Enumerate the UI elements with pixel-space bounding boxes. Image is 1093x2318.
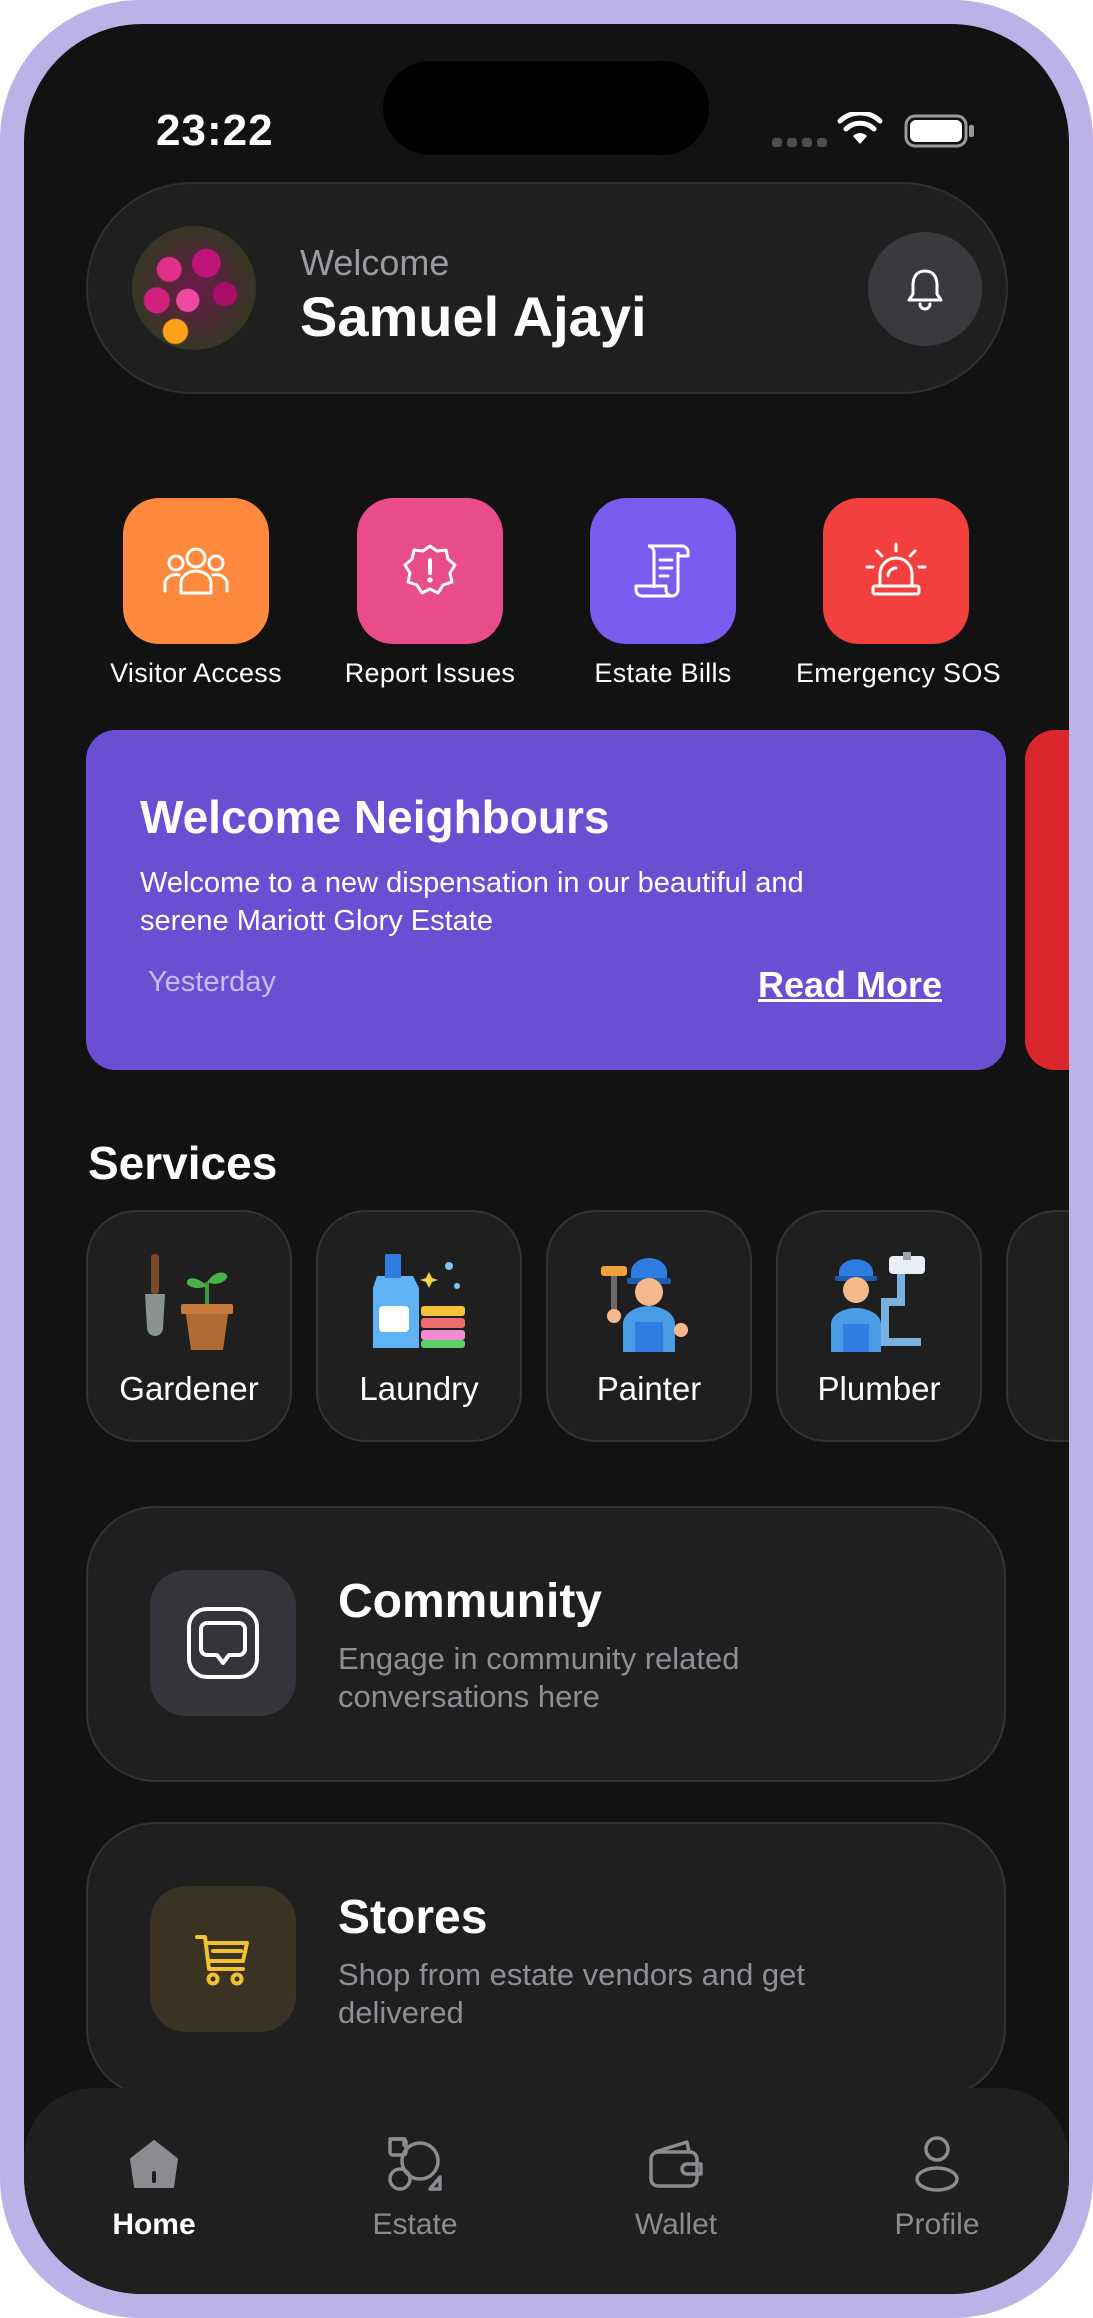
service-label: Painter [596, 1370, 702, 1407]
nav-estate[interactable]: Estate [315, 2132, 515, 2242]
nav-profile-label: Profile [894, 2208, 980, 2241]
welcome-header-card: Welcome Samuel Ajayi [86, 182, 1008, 394]
home-icon [130, 2140, 178, 2188]
shopping-cart-icon [195, 1935, 249, 1986]
estate-shapes-icon [388, 2137, 442, 2191]
announcement-card[interactable]: Welcome Neighbours Welcome to a new disp… [86, 730, 1006, 1070]
community-subtitle: Engage in community related conversation… [338, 1641, 740, 1714]
laundry-icon [373, 1254, 465, 1348]
bell-icon [907, 269, 943, 311]
service-plumber[interactable]: Plumber [776, 1210, 982, 1442]
painter-icon [601, 1258, 688, 1352]
plumber-icon [831, 1252, 925, 1352]
nav-estate-label: Estate [372, 2208, 458, 2241]
quick-action-emergency-sos[interactable]: Emergency SOS [796, 498, 1001, 689]
announcement-body: Welcome to a new dispensation in our bea… [140, 867, 804, 937]
notifications-button[interactable] [868, 232, 982, 346]
community-icon-tile [150, 1570, 296, 1716]
quick-action-report-issues[interactable]: Report Issues [330, 498, 530, 689]
estate-bills-tile[interactable] [590, 498, 736, 644]
stores-card[interactable]: Stores Shop from estate vendors and get … [86, 1822, 1006, 2098]
read-more-link[interactable]: Read More [758, 964, 942, 1006]
wallet-icon [649, 2140, 703, 2188]
service-laundry[interactable]: Laundry [316, 1210, 522, 1442]
stores-icon-tile [150, 1886, 296, 2032]
stores-subtitle: Shop from estate vendors and get deliver… [338, 1957, 806, 2030]
nav-home-label: Home [112, 2208, 196, 2241]
device-frame: 23:22 Welcome Samuel Ajayi Visitor Acces… [0, 0, 1093, 2318]
services-title: Services [88, 1137, 278, 1189]
stores-title: Stores [338, 1891, 488, 1944]
service-painter[interactable]: Painter [546, 1210, 752, 1442]
report-issues-tile[interactable] [357, 498, 503, 644]
nav-profile[interactable]: Profile [837, 2132, 1037, 2242]
users-group-icon [163, 547, 229, 595]
service-label: Laundry [359, 1370, 479, 1407]
service-gardener[interactable]: Gardener [86, 1210, 292, 1442]
community-title: Community [338, 1575, 602, 1628]
alert-badge-icon [403, 544, 457, 595]
profile-icon [915, 2136, 959, 2192]
wifi-icon [837, 112, 883, 144]
welcome-label: Welcome [300, 242, 450, 283]
estate-bills-label: Estate Bills [594, 658, 732, 688]
chat-bubble-icon [187, 1607, 259, 1679]
quick-action-estate-bills[interactable]: Estate Bills [563, 498, 763, 689]
nav-wallet[interactable]: Wallet [576, 2132, 776, 2242]
siren-icon [865, 542, 927, 596]
receipt-scroll-icon [634, 544, 690, 598]
signal-icon [772, 138, 827, 147]
user-name: Samuel Ajayi [300, 285, 647, 348]
service-partial[interactable]: D [1006, 1210, 1069, 1442]
next-announcement-card[interactable] [1025, 730, 1069, 1070]
community-card[interactable]: Community Engage in community related co… [86, 1506, 1006, 1782]
service-label: D [1068, 1370, 1069, 1408]
emergency-sos-label: Emergency SOS [796, 658, 1001, 688]
visitor-access-label: Visitor Access [110, 658, 282, 688]
report-issues-label: Report Issues [344, 658, 516, 688]
quick-action-visitor-access[interactable]: Visitor Access [96, 498, 296, 689]
status-time: 23:22 [156, 106, 274, 155]
visitor-access-tile[interactable] [123, 498, 269, 644]
nav-home[interactable]: Home [54, 2132, 254, 2242]
emergency-sos-tile[interactable] [823, 498, 969, 644]
service-label: Plumber [817, 1370, 941, 1407]
service-label: Gardener [119, 1370, 259, 1407]
gardener-icon [145, 1254, 233, 1350]
announcement-title: Welcome Neighbours [140, 791, 610, 843]
dynamic-island [383, 61, 709, 155]
bottom-nav: Home Estate Wallet Profile [24, 2088, 1069, 2294]
battery-icon [904, 114, 974, 148]
announcement-date: Yesterday [148, 966, 276, 998]
nav-wallet-label: Wallet [634, 2208, 718, 2241]
avatar[interactable] [132, 226, 256, 350]
app-screen: 23:22 Welcome Samuel Ajayi Visitor Acces… [24, 24, 1069, 2294]
